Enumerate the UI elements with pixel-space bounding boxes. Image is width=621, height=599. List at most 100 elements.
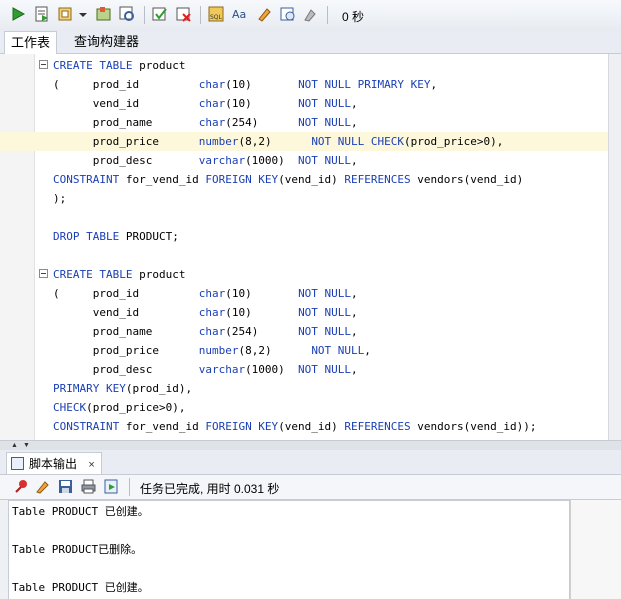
code-line[interactable]: prod_price number(8,2) NOT NULL, [0, 341, 608, 360]
clear-icon[interactable] [256, 6, 272, 22]
code-token: (10) [225, 306, 299, 319]
code-token: (prod_id), [125, 382, 193, 395]
sql-keyword: NOT NULL [298, 154, 352, 167]
output-right-pane [570, 500, 621, 599]
script-output-label: 脚本输出 [29, 457, 78, 471]
format-icon[interactable] [303, 6, 319, 22]
tab-script-output[interactable]: 脚本输出 × [6, 452, 102, 474]
commit-icon[interactable] [152, 6, 168, 22]
code-text: DROP TABLE PRODUCT; [53, 227, 179, 246]
code-token: (254) [225, 116, 299, 129]
code-line[interactable] [0, 246, 608, 265]
code-token: vend_id [53, 306, 199, 319]
code-line[interactable]: vend_id char(10) NOT NULL, [0, 94, 608, 113]
code-token: vendors(vend_id) [410, 173, 524, 186]
sql-keyword: char [198, 116, 226, 129]
sql-keyword: NOT NULL [298, 116, 352, 129]
code-line[interactable]: CONSTRAINT for_vend_id FOREIGN KEY(vend_… [0, 417, 608, 436]
open-log-icon[interactable] [104, 479, 119, 494]
sql-keyword: CONSTRAINT [53, 420, 120, 433]
code-token: prod_desc [53, 154, 199, 167]
svg-text:SQL: SQL [210, 14, 223, 21]
clear-output-icon[interactable] [35, 479, 50, 494]
code-line[interactable]: CREATE TABLE product [0, 265, 608, 284]
sql-keyword: number [198, 344, 239, 357]
sql-keyword: NOT NULL [298, 287, 352, 300]
code-token: , [351, 97, 358, 110]
splitter-up-arrow-icon[interactable]: ▲ [11, 442, 18, 449]
sql-editor[interactable]: CREATE TABLE product( prod_id char(10) N… [0, 54, 608, 440]
sql-tuning-icon[interactable] [119, 6, 135, 22]
sql-keyword: DROP TABLE [53, 230, 126, 243]
code-token: , [351, 116, 358, 129]
run-statement-icon[interactable] [10, 6, 26, 22]
code-token: prod_price [53, 344, 199, 357]
code-token: prod_name [53, 116, 199, 129]
code-token: (8,2) [238, 344, 312, 357]
print-icon[interactable] [81, 479, 96, 494]
toolbar-separator [144, 6, 145, 24]
editor-vertical-scrollbar[interactable] [608, 54, 621, 440]
close-icon[interactable]: × [88, 459, 94, 471]
code-line[interactable]: prod_desc varchar(1000) NOT NULL, [0, 360, 608, 379]
code-token: ( prod_id [53, 78, 199, 91]
code-token: , [351, 363, 358, 376]
code-line[interactable]: DROP TABLE PRODUCT; [0, 227, 608, 246]
code-line[interactable]: PRIMARY KEY(prod_id), [0, 379, 608, 398]
autotrace-icon[interactable] [96, 6, 112, 22]
sql-keyword: NOT NULL PRIMARY KEY [298, 78, 431, 91]
sql-keyword: varchar [198, 154, 246, 167]
history-icon[interactable] [280, 6, 296, 22]
code-line[interactable]: prod_name char(254) NOT NULL, [0, 322, 608, 341]
fold-toggle-icon[interactable] [39, 269, 48, 278]
code-token: (254) [225, 325, 299, 338]
code-token: (vend_id) [278, 420, 345, 433]
sql-keyword: FOREIGN KEY [205, 173, 279, 186]
svg-text:Aa: Aa [232, 8, 246, 21]
sql-keyword: char [198, 97, 226, 110]
run-script-icon[interactable] [34, 6, 50, 22]
code-line[interactable]: vend_id char(10) NOT NULL, [0, 303, 608, 322]
sql-keyword: NOT NULL [298, 97, 352, 110]
fold-toggle-icon[interactable] [39, 60, 48, 69]
code-token: prod_price [53, 135, 199, 148]
output-left-edge [0, 500, 8, 599]
execution-timer: 0 秒 [342, 10, 365, 24]
main-toolbar: SQL Aa 0 秒 [0, 0, 621, 32]
dropdown-arrow-icon[interactable] [78, 6, 88, 22]
script-output-area[interactable]: Table PRODUCT 已创建。 Table PRODUCT已删除。 Table… [8, 500, 570, 599]
code-token: prod_name [53, 325, 199, 338]
script-output-icon [11, 457, 24, 470]
code-line[interactable]: CHECK(prod_price>0), [0, 398, 608, 417]
code-token: (10) [225, 97, 299, 110]
pin-icon[interactable] [13, 479, 28, 494]
splitter-down-arrow-icon[interactable]: ▼ [23, 442, 30, 449]
code-line[interactable]: CONSTRAINT for_vend_id FOREIGN KEY(vend_… [0, 170, 608, 189]
unshared-sql-icon[interactable]: SQL [208, 6, 224, 22]
code-token: ( prod_id [53, 287, 199, 300]
code-line[interactable]: ( prod_id char(10) NOT NULL PRIMARY KEY, [0, 75, 608, 94]
to-upper-lower-icon[interactable]: Aa [232, 6, 248, 22]
code-line[interactable]: prod_name char(254) NOT NULL, [0, 113, 608, 132]
sql-keyword: NOT NULL CHECK [311, 135, 405, 148]
tab-worksheet[interactable]: 工作表 [4, 31, 58, 54]
code-line[interactable]: CREATE TABLE product [0, 56, 608, 75]
sql-keyword: char [198, 287, 226, 300]
code-line[interactable]: ( prod_id char(10) NOT NULL, [0, 284, 608, 303]
code-text: vend_id char(10) NOT NULL, [53, 303, 358, 322]
code-text: prod_name char(254) NOT NULL, [53, 113, 358, 132]
code-token: for_vend_id [119, 173, 206, 186]
code-line[interactable]: prod_price number(8,2) NOT NULL CHECK(pr… [0, 132, 608, 151]
code-line[interactable] [0, 208, 608, 227]
code-line[interactable]: prod_desc varchar(1000) NOT NULL, [0, 151, 608, 170]
tab-query-builder[interactable]: 查询构建器 [68, 31, 145, 52]
code-line[interactable]: ); [0, 189, 608, 208]
save-icon[interactable] [58, 479, 73, 494]
sql-keyword: NOT NULL [311, 344, 365, 357]
code-token: product [139, 268, 186, 281]
rollback-icon[interactable] [176, 6, 192, 22]
sql-keyword: number [198, 135, 239, 148]
sql-keyword: REFERENCES [344, 173, 411, 186]
explain-plan-icon[interactable] [58, 6, 74, 22]
code-token: (prod_price>0), [86, 401, 186, 414]
